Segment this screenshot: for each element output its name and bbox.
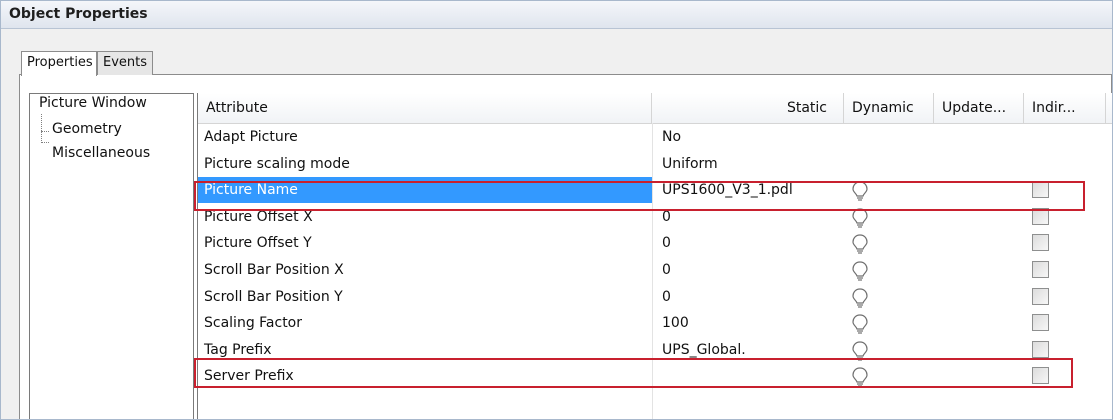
column-header-static[interactable]: Static bbox=[652, 93, 844, 123]
attribute-cell[interactable]: Scroll Bar Position Y bbox=[198, 284, 652, 310]
attribute-cell[interactable]: Picture scaling mode bbox=[198, 151, 652, 177]
static-value-cell[interactable]: 0 bbox=[656, 230, 846, 256]
grid-header: Attribute Static Dynamic Update... Indir… bbox=[198, 93, 1112, 124]
attribute-cell[interactable]: Picture Name bbox=[198, 177, 652, 204]
indirect-checkbox[interactable] bbox=[1032, 340, 1049, 358]
column-header-dynamic[interactable]: Dynamic bbox=[844, 93, 934, 123]
indirect-checkbox[interactable] bbox=[1032, 261, 1049, 278]
lightbulb-icon[interactable] bbox=[850, 233, 870, 255]
column-header-update[interactable]: Update... bbox=[934, 93, 1024, 123]
column-header-indirect[interactable]: Indir... bbox=[1024, 93, 1106, 123]
static-value-cell[interactable]: 0 bbox=[656, 284, 846, 310]
tree-connector bbox=[41, 142, 49, 143]
window-title: Object Properties bbox=[9, 6, 148, 22]
tree-item-picture-window[interactable]: Picture Window bbox=[39, 95, 147, 111]
static-value-cell[interactable]: No bbox=[656, 124, 846, 150]
static-value-cell[interactable]: 0 bbox=[656, 257, 846, 283]
static-value-cell[interactable]: Uniform bbox=[656, 151, 846, 177]
attribute-grid: Attribute Static Dynamic Update... Indir… bbox=[197, 93, 1112, 419]
static-value-cell[interactable] bbox=[656, 363, 846, 389]
static-value-cell[interactable]: UPS_Global. bbox=[656, 337, 846, 363]
attribute-cell[interactable]: Picture Offset Y bbox=[198, 230, 652, 256]
attribute-cell[interactable]: Tag Prefix bbox=[198, 337, 652, 363]
lightbulb-icon[interactable] bbox=[850, 207, 870, 229]
lightbulb-icon[interactable] bbox=[850, 313, 870, 335]
indirect-checkbox[interactable] bbox=[1032, 234, 1049, 252]
lightbulb-icon[interactable] bbox=[850, 366, 870, 388]
tab-properties[interactable]: Properties bbox=[21, 51, 97, 76]
lightbulb-icon[interactable] bbox=[850, 340, 870, 362]
object-tree: Picture Window Geometry Miscellaneous bbox=[29, 93, 194, 419]
tree-item-miscellaneous[interactable]: Miscellaneous bbox=[52, 145, 150, 161]
indirect-checkbox[interactable] bbox=[1032, 207, 1049, 225]
tree-connector bbox=[41, 114, 42, 143]
lightbulb-icon[interactable] bbox=[850, 260, 870, 282]
lightbulb-icon[interactable] bbox=[850, 180, 870, 202]
attribute-cell[interactable]: Scroll Bar Position X bbox=[198, 257, 652, 283]
table-row[interactable]: Picture scaling mode Uniform bbox=[198, 151, 1112, 177]
lightbulb-icon[interactable] bbox=[850, 287, 870, 309]
table-row[interactable]: Picture Name UPS1600_V3_1.pdl bbox=[198, 177, 1112, 204]
attribute-cell[interactable]: Scaling Factor bbox=[198, 310, 652, 336]
static-value-cell[interactable]: 0 bbox=[656, 204, 846, 230]
table-row[interactable]: Picture Offset X0 bbox=[198, 204, 1112, 230]
indirect-checkbox[interactable] bbox=[1032, 287, 1049, 305]
tree-item-geometry[interactable]: Geometry bbox=[52, 121, 122, 137]
object-properties-window: Object Properties Properties Events Pict… bbox=[0, 0, 1113, 420]
table-row[interactable]: Server Prefix bbox=[198, 363, 1112, 389]
table-row[interactable]: Picture Offset Y0 bbox=[198, 230, 1112, 256]
table-row[interactable]: Tag Prefix UPS_Global. bbox=[198, 337, 1112, 363]
static-value-cell[interactable]: UPS1600_V3_1.pdl bbox=[656, 177, 846, 203]
table-row[interactable]: Scaling Factor 100 bbox=[198, 310, 1112, 336]
indirect-checkbox[interactable] bbox=[1032, 181, 1049, 199]
indirect-checkbox[interactable] bbox=[1032, 367, 1049, 385]
attribute-cell[interactable]: Server Prefix bbox=[198, 363, 652, 389]
attribute-cell[interactable]: Adapt Picture bbox=[198, 124, 652, 150]
table-row[interactable]: Scroll Bar Position Y0 bbox=[198, 284, 1112, 310]
table-row[interactable]: Adapt Picture No bbox=[198, 124, 1112, 150]
title-bar[interactable]: Object Properties bbox=[1, 1, 1112, 29]
table-row[interactable]: Scroll Bar Position X0 bbox=[198, 257, 1112, 283]
tree-connector bbox=[41, 131, 49, 132]
indirect-checkbox[interactable] bbox=[1032, 314, 1049, 332]
static-value-cell[interactable]: 100 bbox=[656, 310, 846, 336]
tab-events[interactable]: Events bbox=[97, 51, 153, 75]
attribute-cell[interactable]: Picture Offset X bbox=[198, 204, 652, 230]
column-header-attribute[interactable]: Attribute bbox=[198, 93, 652, 123]
